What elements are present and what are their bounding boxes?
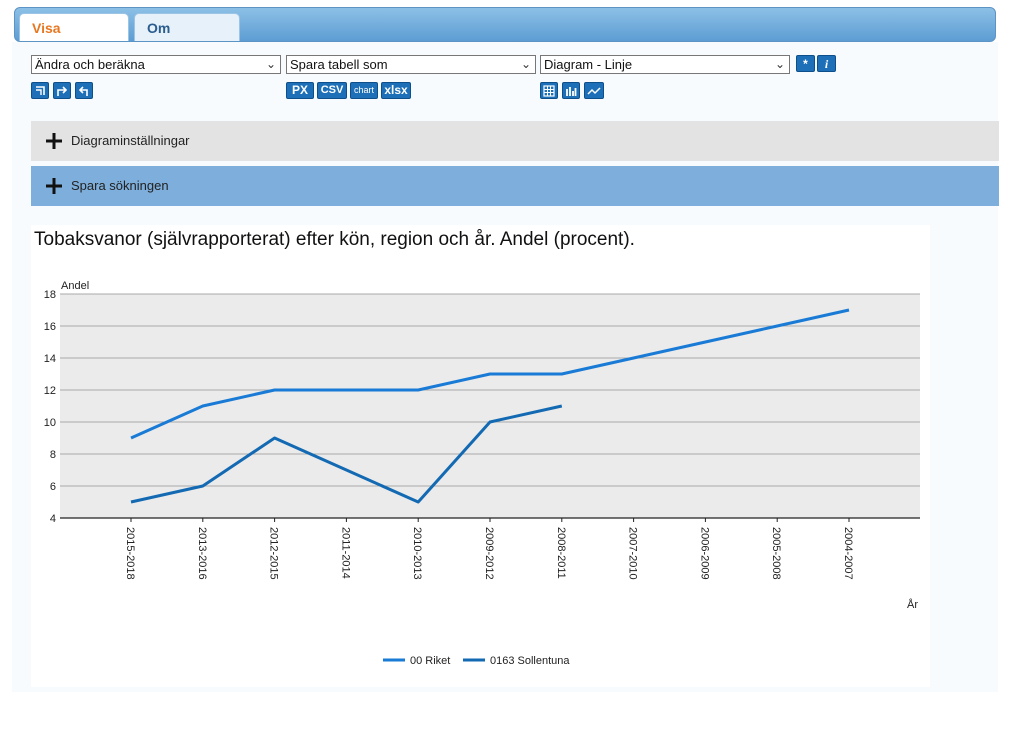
y-tick-label: 6 xyxy=(50,481,56,493)
x-tick-label: 2015-2018 xyxy=(124,527,136,580)
line-chart: 4 6 8 10 12 14 16 18 Andel 2015-2018 2013-2016 2012… xyxy=(44,280,920,667)
x-tick-label: 2005-2008 xyxy=(770,527,782,580)
y-tick-label: 16 xyxy=(44,321,56,333)
y-axis-label: Andel xyxy=(61,280,89,292)
x-tick-label: 2004-2007 xyxy=(842,527,854,580)
x-axis-label: År xyxy=(907,598,918,611)
legend-label: 0163 Sollentuna xyxy=(490,655,570,667)
y-tick-label: 12 xyxy=(44,385,56,397)
x-tick-label: 2009-2012 xyxy=(483,527,495,580)
y-tick-label: 4 xyxy=(50,513,56,525)
x-tick-label: 2011-2014 xyxy=(339,527,351,579)
x-tick-label: 2006-2009 xyxy=(698,527,710,580)
legend-label: 00 Riket xyxy=(410,655,450,667)
y-tick-label: 8 xyxy=(50,449,56,461)
x-tick-label: 2008-2011 xyxy=(555,527,567,579)
y-tick-label: 18 xyxy=(44,289,56,301)
plot-background xyxy=(60,294,920,518)
x-tick-label: 2013-2016 xyxy=(196,527,208,580)
y-tick-label: 10 xyxy=(44,417,56,429)
x-tick-label: 2012-2015 xyxy=(268,527,280,580)
y-tick-label: 14 xyxy=(44,353,56,365)
x-tick-label: 2007-2010 xyxy=(627,527,639,580)
x-tick-label: 2010-2013 xyxy=(411,527,423,580)
